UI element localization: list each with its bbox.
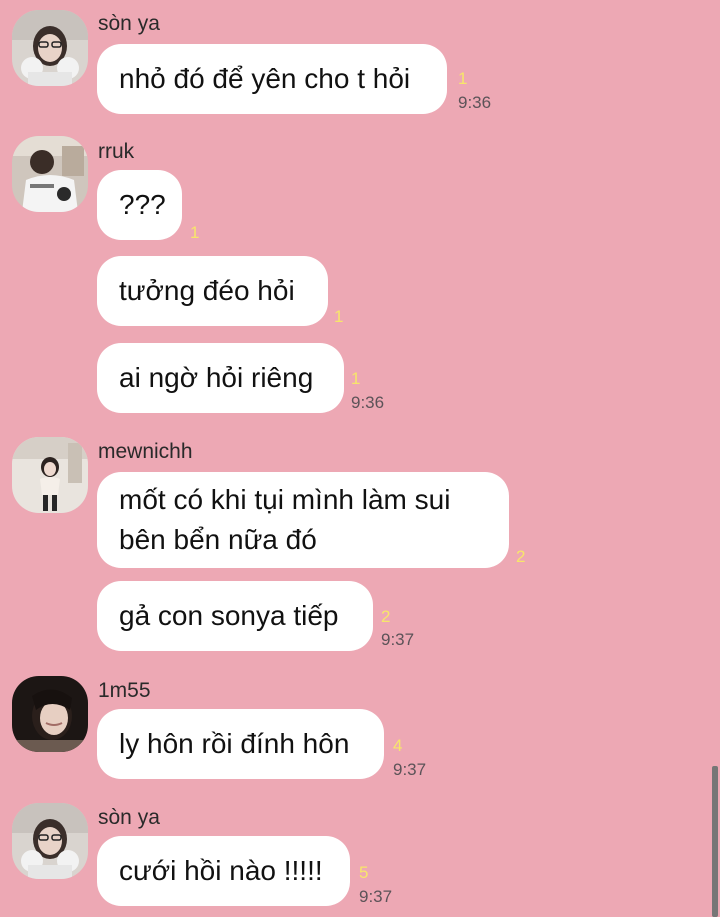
message-bubble[interactable]: ai ngờ hỏi riêng — [97, 343, 344, 413]
message-time: 9:36 — [458, 93, 492, 112]
unread-count: 1 — [334, 307, 344, 326]
unread-count: 5 — [359, 863, 369, 882]
sender-name: sòn ya — [98, 12, 160, 35]
sender-name: rruk — [98, 140, 135, 163]
avatar[interactable] — [12, 803, 88, 879]
message-line: mốt có khi tụi mình làm sui — [119, 484, 451, 515]
sender-name: mewnichh — [98, 440, 193, 463]
message-time: 9:36 — [351, 393, 385, 412]
avatar[interactable] — [12, 136, 88, 212]
avatar[interactable] — [12, 10, 88, 86]
sender-name: sòn ya — [98, 806, 160, 829]
unread-count: 1 — [458, 69, 468, 88]
message-time: 9:37 — [381, 630, 415, 649]
message-line: bên bển nữa đó — [119, 524, 317, 555]
unread-count: 2 — [381, 607, 391, 626]
unread-count: 2 — [516, 547, 526, 566]
message-bubble[interactable]: mốt có khi tụi mình làm sui bên bển nữa … — [97, 472, 509, 568]
message-bubble[interactable]: cưới hồi nào !!!!! — [97, 836, 350, 906]
message-bubble[interactable]: tưởng đéo hỏi — [97, 256, 328, 326]
message-bubble[interactable]: ly hôn rồi đính hôn — [97, 709, 384, 779]
message-time: 9:37 — [393, 760, 427, 779]
message-time: 9:37 — [359, 887, 393, 906]
unread-count: 1 — [351, 369, 361, 388]
avatar[interactable] — [12, 437, 88, 513]
message-bubble[interactable]: gả con sonya tiếp — [97, 581, 373, 651]
sender-name: 1m55 — [98, 679, 151, 702]
avatar[interactable] — [12, 676, 88, 752]
unread-count: 1 — [190, 223, 200, 242]
message-bubble[interactable]: ??? — [97, 170, 182, 240]
scrollbar[interactable] — [712, 766, 718, 917]
unread-count: 4 — [393, 736, 403, 755]
message-bubble[interactable]: nhỏ đó để yên cho t hỏi — [97, 44, 447, 114]
